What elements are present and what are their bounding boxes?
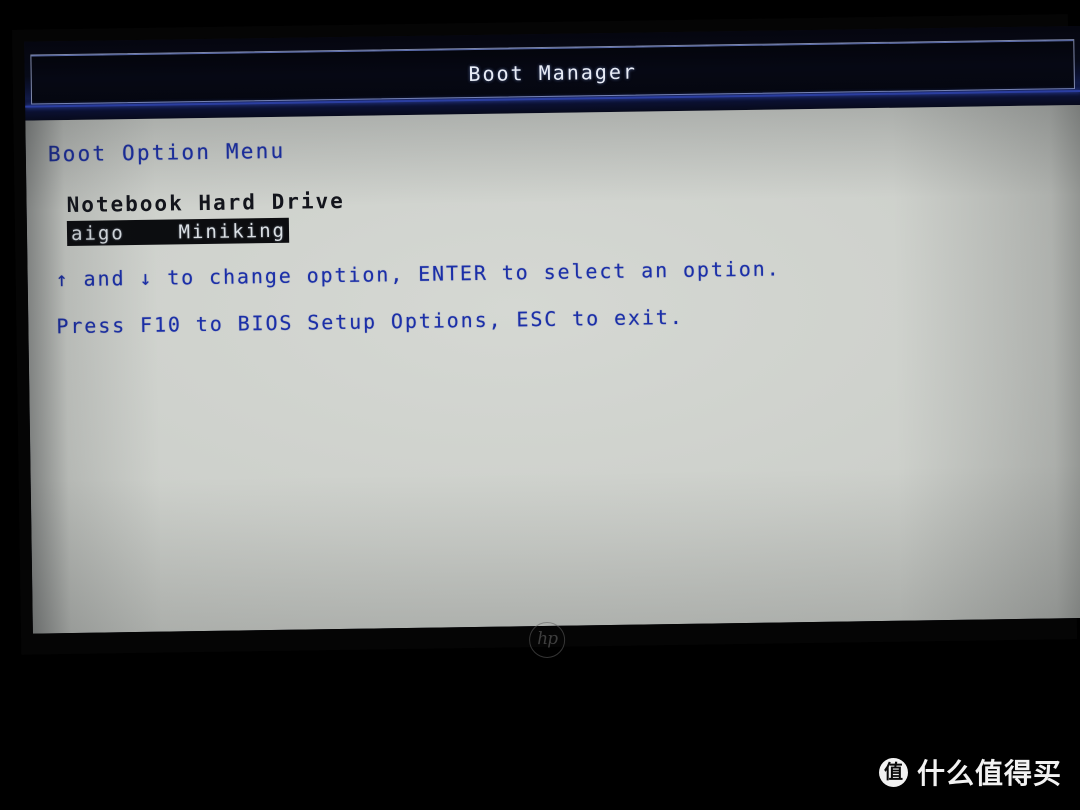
watermark-badge-icon: 值 bbox=[878, 757, 908, 787]
boot-option-item-label: aigo Miniking bbox=[70, 219, 287, 245]
boot-group-label-notebook-hard-drive: Notebook Hard Drive bbox=[66, 188, 345, 218]
bios-body: Boot Option Menu Notebook Hard Drive aig… bbox=[25, 104, 1080, 634]
hint-function-keys: Press F10 to BIOS Setup Options, ESC to … bbox=[56, 304, 684, 339]
bios-screen: Boot Manager Boot Option Menu Notebook H… bbox=[24, 25, 1080, 634]
page-title: Boot Manager bbox=[468, 59, 638, 87]
boot-option-item-selected[interactable]: aigo Miniking bbox=[66, 217, 290, 247]
display-panel: Boot Manager Boot Option Menu Notebook H… bbox=[0, 14, 1080, 659]
screen-vignette-overlay bbox=[25, 104, 1080, 634]
titlebar-box: Boot Manager bbox=[30, 39, 1075, 105]
watermark-text: 什么值得买 bbox=[916, 757, 1062, 790]
hint-navigation: ↑ and ↓ to change option, ENTER to selec… bbox=[55, 256, 781, 292]
photo-of-laptop-screen: Boot Manager Boot Option Menu Notebook H… bbox=[0, 0, 1080, 810]
titlebar-top-highlight bbox=[31, 40, 1074, 57]
display-bezel: Boot Manager Boot Option Menu Notebook H… bbox=[11, 14, 1080, 659]
watermark: 值 什么值得买 bbox=[878, 752, 1062, 792]
section-heading-boot-option-menu: Boot Option Menu bbox=[47, 138, 286, 167]
hp-logo-icon: hp bbox=[528, 621, 566, 659]
